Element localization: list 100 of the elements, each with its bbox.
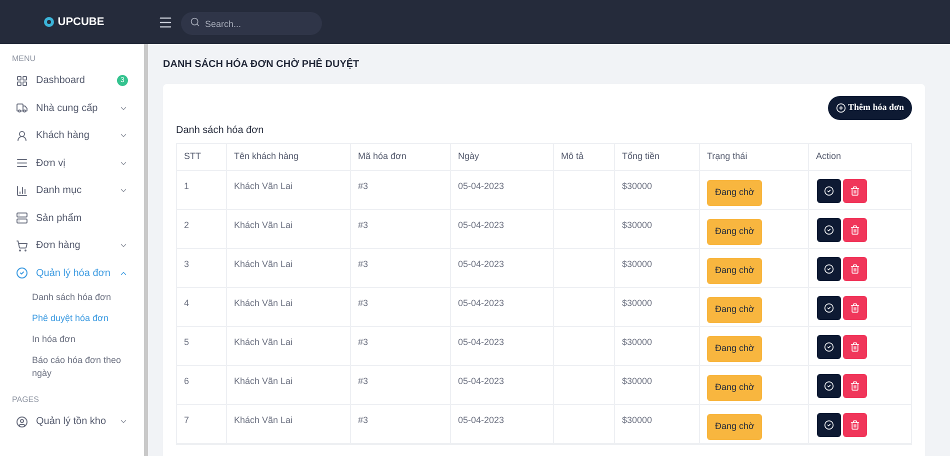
cart-icon — [16, 240, 28, 252]
table-cell: $30000 — [622, 220, 652, 230]
page-title: DANH SÁCH HÓA ĐƠN CHỜ PHÊ DUYỆT — [163, 57, 360, 72]
table-cell: $30000 — [622, 259, 652, 269]
check-circle-icon — [16, 267, 28, 280]
approve-button[interactable] — [817, 257, 841, 281]
table-cell: #3 — [358, 298, 368, 308]
table-cell: 05-04-2023 — [458, 337, 504, 347]
delete-button[interactable] — [843, 335, 867, 359]
trash-icon — [850, 381, 860, 391]
check-circle-icon — [824, 381, 834, 391]
user-circle-icon — [16, 416, 28, 428]
table-cell: $30000 — [622, 298, 652, 308]
table-cell: 3 — [184, 259, 190, 269]
table-cell: $30000 — [622, 415, 652, 425]
column-header: Tên khách hàng — [227, 144, 351, 170]
check-circle-icon — [824, 342, 834, 352]
plus-circle-icon — [836, 103, 846, 113]
server-icon — [16, 212, 28, 224]
delete-button[interactable] — [843, 296, 867, 320]
table-cell: $30000 — [622, 376, 652, 386]
table-cell: 05-04-2023 — [458, 181, 504, 191]
section-heading: MENU — [11, 53, 37, 65]
table-caption: Danh sách hóa đơn — [176, 124, 265, 138]
logo-icon — [44, 17, 54, 27]
table-cell: 05-04-2023 — [458, 415, 504, 425]
truck-icon — [16, 102, 28, 114]
column-header: STT — [177, 144, 227, 170]
sidebar-item[interactable]: Danh mục — [0, 177, 144, 204]
table-cell: 7 — [184, 415, 190, 425]
section-heading: PAGES — [11, 394, 40, 406]
approve-button[interactable] — [817, 179, 841, 203]
table-cell: 2 — [184, 220, 190, 230]
table-cell: #3 — [358, 337, 368, 347]
grid-icon — [16, 74, 28, 87]
add-invoice-button[interactable]: Thêm hóa đơn — [828, 96, 912, 120]
status-badge: Đang chờ — [707, 414, 762, 440]
table-cell: 4 — [184, 298, 190, 308]
status-badge: Đang chờ — [707, 375, 762, 400]
table-cell: $30000 — [622, 181, 652, 191]
table-cell: Khách Vãn Lai — [234, 415, 293, 425]
table-cell: 05-04-2023 — [458, 376, 504, 386]
column-header: Action — [815, 150, 842, 164]
sidebar-item[interactable]: Sản phẩm — [0, 204, 144, 232]
approve-button[interactable] — [817, 218, 841, 242]
table-cell: 1 — [184, 181, 190, 191]
table-cell: 05-04-2023 — [458, 220, 504, 230]
approve-button[interactable] — [817, 374, 841, 398]
table-cell: #3 — [358, 259, 368, 269]
submenu-item[interactable]: Báo cáo hóa đơn theo ngày — [0, 350, 144, 384]
column-header: Ngày — [451, 144, 554, 170]
approve-button[interactable] — [817, 335, 841, 359]
table-cell: #3 — [358, 220, 368, 230]
delete-button[interactable] — [843, 374, 867, 398]
status-badge: Đang chờ — [707, 258, 762, 284]
table-cell: 5 — [184, 337, 190, 347]
delete-button[interactable] — [843, 257, 867, 281]
sidebar-item[interactable]: Nhà cung cấp — [0, 94, 144, 122]
table-cell: Khách Vãn Lai — [234, 298, 293, 308]
bar-chart-icon — [16, 184, 28, 197]
table-cell: 05-04-2023 — [458, 259, 504, 269]
sidebar-item[interactable]: Đơn vị — [0, 150, 144, 177]
table-cell: Khách Vãn Lai — [234, 337, 293, 347]
column-header: Trạng thái — [700, 144, 809, 170]
sidebar-item[interactable]: Đơn hàng — [0, 232, 144, 260]
delete-button[interactable] — [843, 413, 867, 437]
trash-icon — [850, 264, 860, 274]
table-cell: 05-04-2023 — [458, 298, 504, 308]
trash-icon — [850, 186, 860, 196]
status-badge: Đang chờ — [707, 297, 762, 322]
table-cell: $30000 — [622, 337, 652, 347]
table-cell: Khách Vãn Lai — [234, 181, 293, 191]
column-header: Mã hóa đơn — [351, 144, 451, 170]
trash-icon — [850, 225, 860, 235]
check-circle-icon — [824, 225, 834, 235]
submenu-item[interactable]: In hóa đơn — [0, 329, 144, 350]
column-header: Tổng tiền — [615, 144, 700, 170]
delete-button[interactable] — [843, 218, 867, 242]
search-icon — [190, 17, 200, 27]
table-cell: Khách Vãn Lai — [234, 220, 293, 230]
sidebar-item[interactable]: Quản lý tồn kho — [0, 408, 144, 436]
status-badge: Đang chờ — [707, 219, 762, 244]
user-icon — [16, 130, 28, 142]
submenu-item[interactable]: Danh sách hóa đơn — [0, 287, 144, 308]
status-badge: Đang chờ — [707, 180, 762, 206]
check-circle-icon — [824, 420, 834, 430]
sidebar-item[interactable]: Khách hàng — [0, 122, 144, 150]
check-circle-icon — [824, 303, 834, 313]
check-circle-icon — [824, 264, 834, 274]
approve-button[interactable] — [817, 413, 841, 437]
delete-button[interactable] — [843, 179, 867, 203]
search-field[interactable]: Search... — [181, 12, 322, 35]
table-cell: #3 — [358, 376, 368, 386]
table-cell: 6 — [184, 376, 190, 386]
trash-icon — [850, 303, 860, 313]
menu-icon[interactable] — [158, 14, 173, 30]
table-cell: Khách Vãn Lai — [234, 259, 293, 269]
table-cell: #3 — [358, 181, 368, 191]
approve-button[interactable] — [817, 296, 841, 320]
trash-icon — [850, 420, 860, 430]
